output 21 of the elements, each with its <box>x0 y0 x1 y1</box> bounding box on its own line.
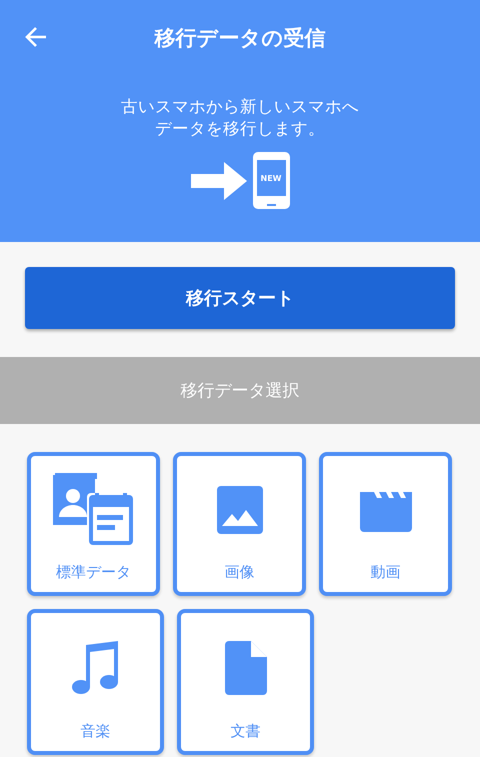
data-type-tile[interactable]: 標準データ <box>27 452 160 596</box>
data-type-tile[interactable]: 動画 <box>319 452 452 596</box>
section-title: 移行データ選択 <box>180 380 300 402</box>
screen-title: 移行データの受信 <box>154 25 326 52</box>
document-icon <box>224 641 266 695</box>
arrow-icon <box>190 162 246 200</box>
start-transfer-button[interactable]: 移行スタート <box>25 267 455 329</box>
image-icon <box>216 486 262 534</box>
music-note-icon <box>72 641 120 695</box>
back-arrow-icon[interactable] <box>24 25 48 49</box>
contact-calendar-icon <box>52 473 134 547</box>
phone-icon: NEW <box>252 152 290 209</box>
intro-message: 古いスマホから新しいスマホへ データを移行します。 <box>120 96 360 140</box>
tile-label: 音楽 <box>80 722 110 741</box>
data-type-tile[interactable]: 音楽 <box>27 609 164 755</box>
tile-label: 動画 <box>370 563 400 582</box>
data-type-tile[interactable]: 文書 <box>177 609 314 755</box>
tile-label: 画像 <box>224 563 254 582</box>
tile-label: 標準データ <box>56 563 131 582</box>
tile-label: 文書 <box>230 722 260 741</box>
data-type-tile[interactable]: 画像 <box>173 452 306 596</box>
